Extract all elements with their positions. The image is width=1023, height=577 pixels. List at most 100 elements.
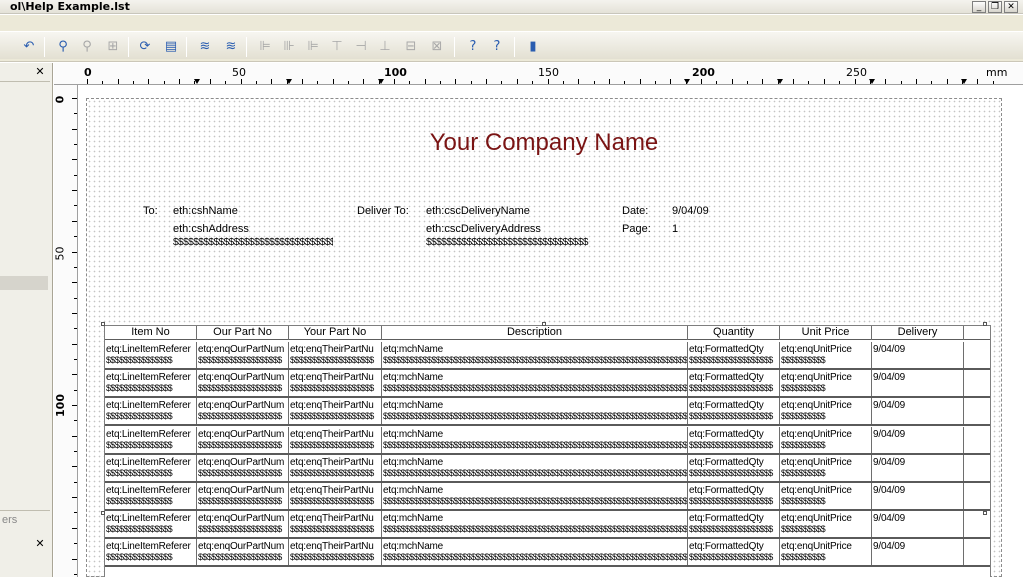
table-cell[interactable]: etq:mchName $$$$$$$$$$$$$$$$$$$$$$$$$$$$$… [382, 511, 688, 538]
page-label[interactable]: Page: [622, 223, 651, 236]
same-width-icon[interactable]: ⊟ [402, 38, 420, 56]
table-cell[interactable]: etq:LineItemReferer $$$$$$$$$$$$$$$ [105, 370, 197, 397]
table-cell[interactable]: etq:FormattedQty $$$$$$$$$$$$$$$$$$$ [688, 483, 780, 509]
restore-button[interactable]: ❐ [988, 1, 1002, 13]
deliver-address-field[interactable]: eth:cscDeliveryAddress [426, 223, 541, 236]
align-center-icon[interactable]: ⊪ [280, 38, 298, 56]
properties-icon[interactable]: ▤ [162, 38, 180, 56]
table-cell[interactable]: etq:mchName $$$$$$$$$$$$$$$$$$$$$$$$$$$$$… [382, 483, 688, 509]
report-page[interactable]: Your Company Name To: eth:cshName eth:cs… [86, 98, 1002, 577]
table-cell[interactable]: etq:LineItemReferer $$$$$$$$$$$$$$$ [105, 426, 197, 453]
align-right-icon[interactable]: ⊫ [304, 38, 322, 56]
panel-close-icon[interactable]: ✕ [33, 537, 47, 551]
align-left-icon[interactable]: ⊫ [256, 38, 274, 56]
resize-handle[interactable] [101, 322, 105, 326]
column-header[interactable]: Description [382, 326, 688, 340]
table-cell[interactable]: etq:enqOurPartNum $$$$$$$$$$$$$$$$$$$ [197, 342, 289, 368]
table-cell[interactable]: etq:LineItemReferer $$$$$$$$$$$$$$$ [105, 539, 197, 566]
resize-handle[interactable] [983, 511, 987, 515]
table-cell[interactable]: etq:mchName $$$$$$$$$$$$$$$$$$$$$$$$$$$$$… [382, 426, 688, 453]
table-cell[interactable]: 9/04/09 [872, 398, 964, 425]
table-cell[interactable]: etq:FormattedQty $$$$$$$$$$$$$$$$$$$ [688, 370, 780, 397]
table-cell[interactable]: etq:LineItemReferer $$$$$$$$$$$$$$$ [105, 483, 197, 509]
send-back-icon[interactable]: ≋ [222, 38, 240, 56]
to-filler-field[interactable]: $$$$$$$$$$$$$$$$$$$$$$$$$$$$$$$$ [173, 236, 333, 249]
table-row[interactable]: etq:LineItemReferer $$$$$$$$$$$$$$$ etq:en… [105, 342, 990, 370]
align-bottom-icon[interactable]: ⊥ [376, 38, 394, 56]
column-header[interactable]: Item No [105, 326, 197, 340]
table-cell[interactable]: 9/04/09 [872, 539, 964, 566]
table-cell[interactable]: etq:mchName $$$$$$$$$$$$$$$$$$$$$$$$$$$$$… [382, 370, 688, 397]
undo-icon[interactable]: ↶ [20, 38, 38, 56]
panel-tab-label[interactable]: ers [2, 514, 17, 526]
table-cell[interactable]: etq:enqTheirPartNu $$$$$$$$$$$$$$$$$$$ [289, 398, 382, 425]
table-cell[interactable]: 9/04/09 [872, 370, 964, 397]
resize-handle[interactable] [101, 511, 105, 515]
exit-icon[interactable]: ▮ [524, 38, 542, 56]
line-items-table[interactable]: Item No Our Part No Your Part No Descriptio… [104, 325, 991, 577]
table-cell[interactable]: etq:FormattedQty $$$$$$$$$$$$$$$$$$$ [688, 539, 780, 566]
table-cell[interactable]: etq:LineItemReferer $$$$$$$$$$$$$$$ [105, 342, 197, 368]
same-size-icon[interactable]: ⊠ [428, 38, 446, 56]
table-cell[interactable]: etq:enqOurPartNum $$$$$$$$$$$$$$$$$$$ [197, 483, 289, 509]
design-canvas[interactable]: Your Company Name To: eth:cshName eth:cs… [79, 86, 1023, 577]
table-cell[interactable]: etq:enqOurPartNum $$$$$$$$$$$$$$$$$$$ [197, 511, 289, 538]
help-icon[interactable]: ? [464, 38, 482, 56]
panel-close-icon[interactable]: ✕ [33, 65, 47, 79]
table-cell[interactable]: 9/04/09 [872, 426, 964, 453]
to-address-field[interactable]: eth:cshAddress [173, 223, 249, 236]
refresh-icon[interactable]: ⟳ [136, 38, 154, 56]
table-cell[interactable]: etq:enqUnitPrice $$$$$$$$$$ [780, 426, 872, 453]
column-header[interactable]: Delivery [872, 326, 964, 340]
table-cell[interactable]: etq:enqOurPartNum $$$$$$$$$$$$$$$$$$$ [197, 398, 289, 425]
table-cell[interactable]: etq:enqTheirPartNu $$$$$$$$$$$$$$$$$$$ [289, 539, 382, 566]
table-cell[interactable]: 9/04/09 [872, 342, 964, 368]
close-button[interactable]: ✕ [1004, 1, 1018, 13]
to-label[interactable]: To: [143, 205, 158, 218]
panel-selected-item[interactable] [0, 276, 48, 290]
table-cell[interactable]: etq:LineItemReferer $$$$$$$$$$$$$$$ [105, 454, 197, 481]
column-header[interactable]: Your Part No [289, 326, 382, 340]
align-middle-icon[interactable]: ⊣ [352, 38, 370, 56]
table-cell[interactable]: etq:enqTheirPartNu $$$$$$$$$$$$$$$$$$$ [289, 511, 382, 538]
table-cell[interactable]: etq:FormattedQty $$$$$$$$$$$$$$$$$$$ [688, 511, 780, 538]
align-top-icon[interactable]: ⊤ [328, 38, 346, 56]
table-row[interactable]: etq:LineItemReferer $$$$$$$$$$$$$$$ etq:en… [105, 426, 990, 455]
column-header[interactable]: Quantity [688, 326, 780, 340]
table-row[interactable]: etq:LineItemReferer $$$$$$$$$$$$$$$ etq:en… [105, 539, 990, 568]
table-cell[interactable]: etq:enqOurPartNum $$$$$$$$$$$$$$$$$$$ [197, 539, 289, 566]
table-cell[interactable]: etq:mchName $$$$$$$$$$$$$$$$$$$$$$$$$$$$$… [382, 539, 688, 566]
deliver-to-label[interactable]: Deliver To: [357, 205, 409, 218]
date-label[interactable]: Date: [622, 205, 648, 218]
deliver-filler-field[interactable]: $$$$$$$$$$$$$$$$$$$$$$$$$$$$$$$$ [426, 236, 591, 249]
table-cell[interactable]: etq:LineItemReferer $$$$$$$$$$$$$$$ [105, 511, 197, 538]
context-help-icon[interactable]: ? [488, 38, 506, 56]
bring-front-icon[interactable]: ≋ [196, 38, 214, 56]
table-cell[interactable]: etq:enqOurPartNum $$$$$$$$$$$$$$$$$$$ [197, 370, 289, 397]
table-cell[interactable]: etq:enqUnitPrice $$$$$$$$$$ [780, 483, 872, 509]
resize-handle[interactable] [542, 322, 546, 326]
table-row[interactable]: etq:LineItemReferer $$$$$$$$$$$$$$$ etq:en… [105, 511, 990, 540]
table-cell[interactable]: etq:enqTheirPartNu $$$$$$$$$$$$$$$$$$$ [289, 483, 382, 509]
table-row[interactable]: etq:LineItemReferer $$$$$$$$$$$$$$$ etq:en… [105, 454, 990, 483]
zoom-in-icon[interactable]: ⚲ [54, 38, 72, 56]
table-cell[interactable]: etq:FormattedQty $$$$$$$$$$$$$$$$$$$ [688, 426, 780, 453]
column-header[interactable]: Our Part No [197, 326, 289, 340]
table-cell[interactable]: etq:FormattedQty $$$$$$$$$$$$$$$$$$$ [688, 454, 780, 481]
table-cell[interactable]: etq:enqUnitPrice $$$$$$$$$$ [780, 398, 872, 425]
table-cell[interactable]: etq:LineItemReferer $$$$$$$$$$$$$$$ [105, 398, 197, 425]
date-field[interactable]: 9/04/09 [672, 205, 709, 218]
table-cell[interactable]: etq:FormattedQty $$$$$$$$$$$$$$$$$$$ [688, 398, 780, 425]
table-cell[interactable]: etq:enqUnitPrice $$$$$$$$$$ [780, 370, 872, 397]
table-cell[interactable]: etq:enqUnitPrice $$$$$$$$$$ [780, 539, 872, 566]
table-cell[interactable]: etq:enqOurPartNum $$$$$$$$$$$$$$$$$$$ [197, 426, 289, 453]
to-name-field[interactable]: eth:cshName [173, 205, 238, 218]
column-header[interactable]: Unit Price [780, 326, 872, 340]
zoom-reset-icon[interactable]: ⊞ [104, 38, 122, 56]
table-cell[interactable]: 9/04/09 [872, 483, 964, 509]
zoom-out-icon[interactable]: ⚲ [78, 38, 96, 56]
resize-handle[interactable] [983, 322, 987, 326]
deliver-name-field[interactable]: eth:cscDeliveryName [426, 205, 530, 218]
table-cell[interactable]: etq:mchName $$$$$$$$$$$$$$$$$$$$$$$$$$$$$… [382, 342, 688, 368]
company-name-text[interactable]: Your Company Name [87, 129, 1001, 157]
